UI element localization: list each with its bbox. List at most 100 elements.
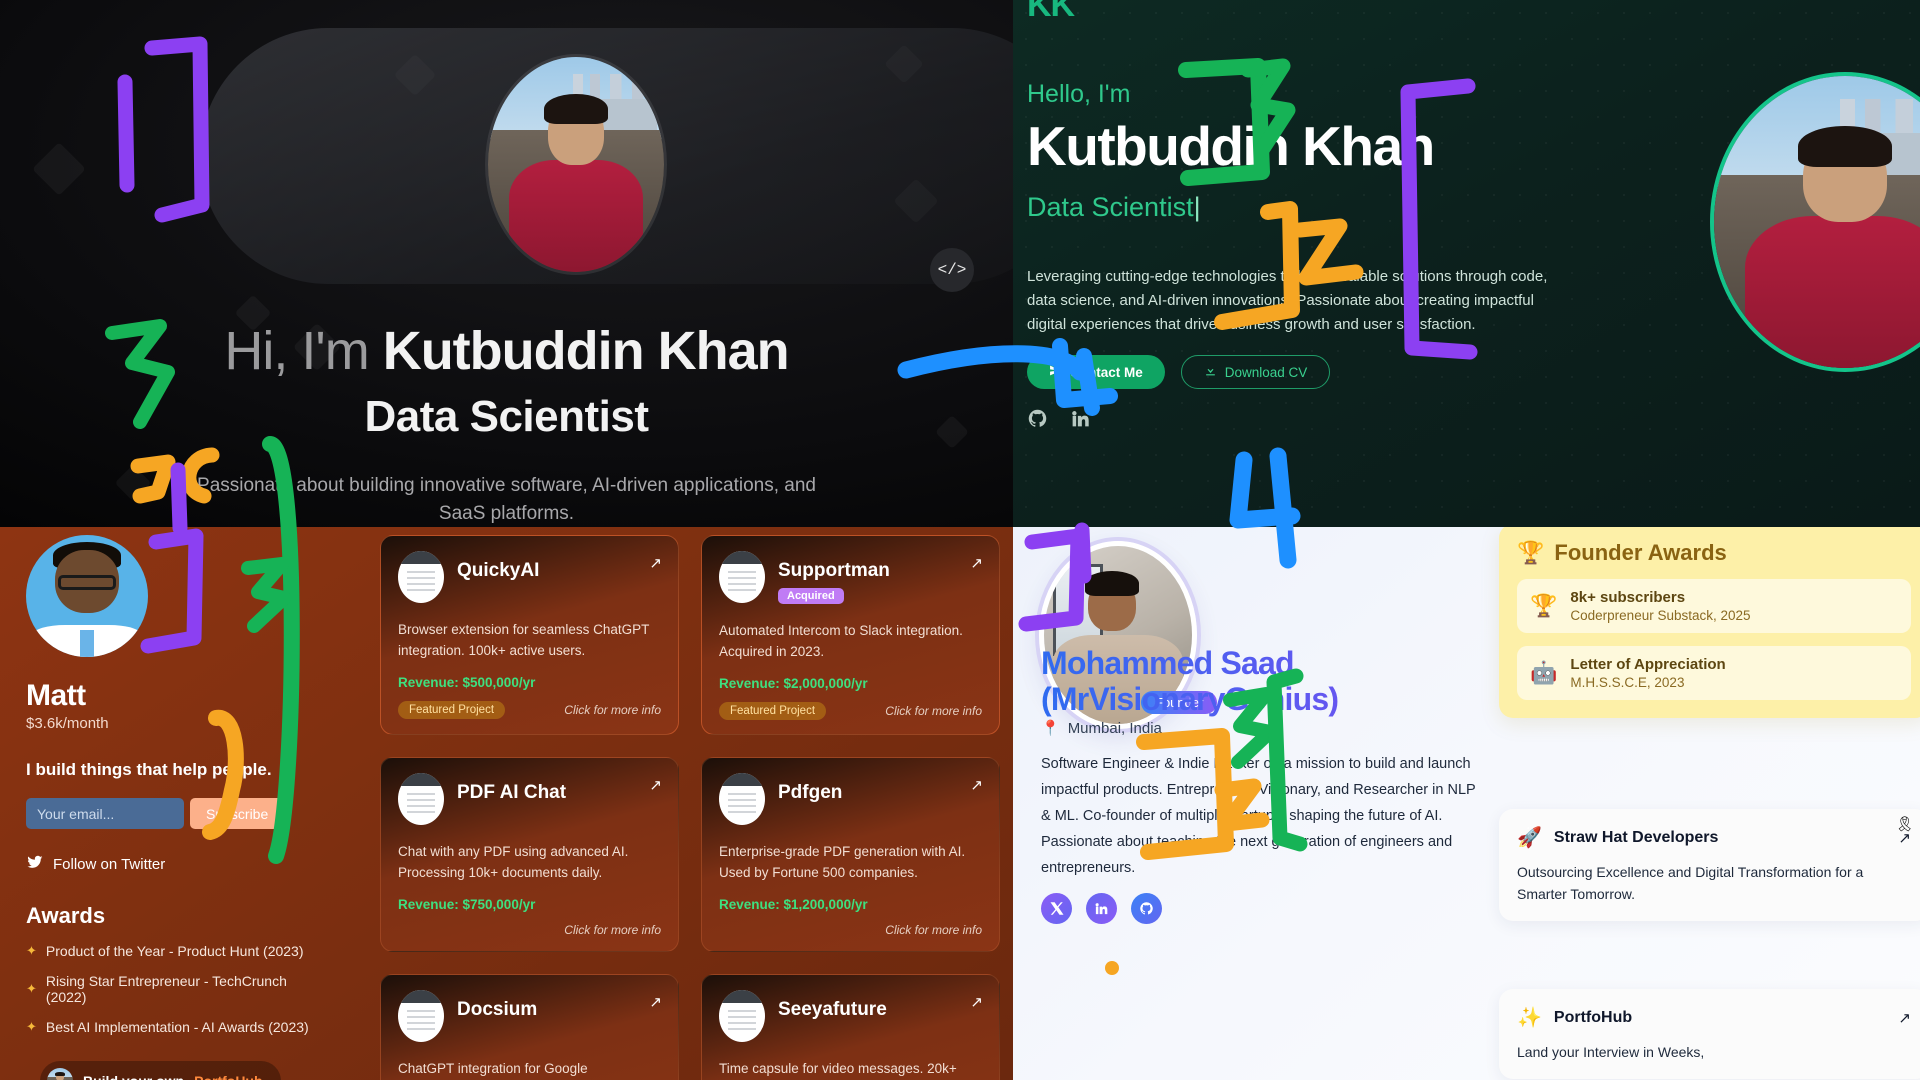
project-title: Seeyafuture — [778, 999, 887, 1020]
external-link-icon[interactable]: ↗ — [970, 554, 983, 572]
award-subtitle: M.H.S.S.C.E, 2023 — [1570, 675, 1685, 690]
social-links — [1041, 893, 1162, 924]
project-revenue: Revenue: $2,000,000/yr — [719, 676, 868, 691]
trophy-icon: 🏆 — [1517, 540, 1545, 565]
external-link-icon[interactable]: ↗ — [649, 993, 662, 1011]
project-footer: Click for more info — [398, 923, 661, 937]
project-header: Supportman Acquired — [719, 551, 982, 604]
awards-heading: 🏆 Founder Awards — [1517, 540, 1911, 566]
project-header: QuickyAI — [398, 551, 661, 603]
brand-logo[interactable]: KK — [1027, 0, 1075, 25]
venture-header: 🚀 Straw Hat Developers ↗ — [1517, 825, 1911, 850]
follow-twitter-link[interactable]: Follow on Twitter — [26, 853, 326, 875]
project-title: QuickyAI — [457, 560, 540, 581]
awards-heading-label: Founder Awards — [1554, 540, 1727, 565]
page-tagline: Passionate about building innovative sof… — [197, 475, 816, 524]
github-icon[interactable] — [1131, 893, 1162, 924]
decorative-diamond — [114, 464, 152, 502]
typing-caret: | — [1193, 192, 1201, 222]
project-header: Seeyafuture — [719, 990, 982, 1042]
profile-sidebar: Matt $3.6k/month I build things that hel… — [26, 535, 326, 1080]
project-description: Enterprise-grade PDF generation with AI.… — [719, 844, 966, 880]
profile-location: 📍 Mumbai, India — [1041, 719, 1162, 738]
dark-hero-panel: </> Hi, I'm Kutbuddin Khan Data Scientis… — [0, 0, 1013, 527]
page-subtitle: Data Scientist — [364, 392, 649, 441]
project-card[interactable]: Pdfgen ↗ Enterprise-grade PDF generation… — [701, 757, 1000, 952]
download-cv-button[interactable]: Download CV — [1180, 355, 1331, 389]
avatar-photo — [488, 57, 664, 272]
venture-card[interactable]: 🎗 🚀 Straw Hat Developers ↗ Outsourcing E… — [1499, 809, 1920, 921]
contact-me-label: Contact Me — [1070, 364, 1143, 380]
linkedin-icon[interactable] — [1086, 893, 1117, 924]
profile-name-line2: (MrVisionaryGenius) — [1041, 681, 1339, 717]
download-icon — [1204, 364, 1217, 380]
profile-revenue: $3.6k/month — [26, 715, 109, 732]
project-card[interactable]: QuickyAI ↗ Browser extension for seamles… — [380, 535, 679, 735]
avatar — [488, 57, 664, 272]
subscribe-button[interactable]: Subscribe — [190, 798, 285, 829]
status-badge: Acquired — [778, 588, 844, 604]
external-link-icon[interactable]: ↗ — [649, 554, 662, 572]
featured-badge: Featured Project — [719, 702, 827, 720]
project-logo-icon — [719, 551, 765, 603]
award-item: ✦ Best AI Implementation - AI Awards (20… — [26, 1019, 326, 1035]
build-your-own-button[interactable]: Build your own PortfoHub — [40, 1061, 281, 1080]
screenshot-stage: </> Hi, I'm Kutbuddin Khan Data Scientis… — [0, 0, 1920, 1080]
external-link-icon[interactable]: ↗ — [649, 776, 662, 794]
rocket-icon: 🚀 — [1517, 827, 1542, 849]
click-hint: Click for more info — [885, 923, 982, 937]
subscribe-form: Subscribe — [26, 798, 326, 829]
build-label: Build your own — [83, 1073, 184, 1080]
award-title: 8k+ subscribers — [1570, 589, 1686, 606]
projects-grid: QuickyAI ↗ Browser extension for seamles… — [380, 535, 1000, 1080]
follow-label: Follow on Twitter — [53, 855, 166, 873]
awards-heading: Awards — [26, 903, 106, 928]
project-description: Browser extension for seamless ChatGPT i… — [398, 622, 650, 658]
profile-tagline: I build things that help people. — [26, 760, 272, 779]
external-link-icon[interactable]: ↗ — [970, 993, 983, 1011]
contact-me-button[interactable]: Contact Me — [1027, 355, 1165, 389]
venture-title: PortfoHub — [1553, 1008, 1633, 1026]
project-header: Pdfgen — [719, 773, 982, 825]
github-icon[interactable] — [1027, 408, 1048, 434]
award-label: Product of the Year - Product Hunt (2023… — [45, 943, 304, 959]
orange-portfolio-panel: Matt $3.6k/month I build things that hel… — [0, 527, 1013, 1080]
hero-photo-image — [1714, 76, 1920, 368]
project-card[interactable]: PDF AI Chat ↗ Chat with any PDF using ad… — [380, 757, 679, 952]
code-icon[interactable]: </> — [930, 248, 974, 292]
page-title: Hi, I'm Kutbuddin Khan — [0, 320, 1013, 382]
linkedin-icon[interactable] — [1070, 408, 1091, 434]
project-logo-icon — [398, 990, 444, 1042]
avatar — [26, 535, 148, 657]
project-card[interactable]: Docsium ↗ ChatGPT integration for Google… — [380, 974, 679, 1080]
twitter-x-icon[interactable] — [1041, 893, 1072, 924]
role-text: Data Scientist — [1027, 192, 1194, 222]
email-input[interactable] — [26, 798, 184, 829]
sparkle-icon: ✦ — [26, 1019, 37, 1034]
location-label: Mumbai, India — [1067, 719, 1162, 737]
project-card[interactable]: Supportman Acquired ↗ Automated Intercom… — [701, 535, 1000, 735]
project-footer: Featured Project Click for more info — [719, 702, 982, 720]
robot-icon: 🤖 — [1530, 660, 1558, 685]
download-cv-label: Download CV — [1224, 364, 1308, 380]
title-name: Kutbuddin Khan — [382, 321, 790, 381]
venture-card[interactable]: ✨ PortfoHub ↗ Land your Interview in Wee… — [1499, 989, 1920, 1079]
profile-name-line1: Mohammed Saad — [1041, 645, 1294, 681]
award-item[interactable]: 🤖 Letter of Appreciation M.H.S.S.C.E, 20… — [1517, 646, 1911, 700]
green-hero-panel: KK Hello, I'm Kutbuddin Khan Data Scient… — [1013, 0, 1920, 527]
avatar-mini — [47, 1068, 73, 1080]
ribbon-icon: 🎗 — [1894, 816, 1914, 833]
award-item[interactable]: 🏆 8k+ subscribers Coderpreneur Substack,… — [1517, 579, 1911, 633]
social-links — [1027, 408, 1091, 434]
hero-photo — [1710, 72, 1920, 372]
greeting-text: Hello, I'm — [1027, 80, 1131, 108]
sparkle-icon: ✦ — [26, 943, 37, 958]
venture-description: Outsourcing Excellence and Digital Trans… — [1517, 864, 1864, 902]
project-title: Supportman — [778, 560, 890, 581]
external-link-icon[interactable]: ↗ — [1898, 1009, 1911, 1027]
project-card[interactable]: Seeyafuture ↗ Time capsule for video mes… — [701, 974, 1000, 1080]
award-subtitle: Coderpreneur Substack, 2025 — [1570, 608, 1751, 623]
external-link-icon[interactable]: ↗ — [970, 776, 983, 794]
click-hint: Click for more info — [564, 923, 661, 937]
featured-badge: Featured Project — [398, 701, 506, 719]
